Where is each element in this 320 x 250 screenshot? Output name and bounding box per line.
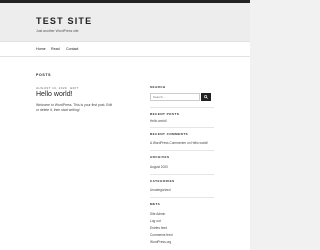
main-content: POSTS AUGUST 13, 2020 EDIT Hello world! … [0,57,250,250]
post-excerpt: Welcome to WordPress. This is your first… [36,103,113,112]
post-date[interactable]: AUGUST 13, 2020 [36,86,67,90]
meta-link-site-admin[interactable]: Site Admin [150,212,165,216]
widget-divider [150,197,214,198]
site-header: TEST SITE Just another WordPress site [0,3,250,41]
meta-link-log-out[interactable]: Log out [150,219,161,223]
widget-title-meta: META [150,202,161,206]
widget-title-search: SEARCH [150,85,166,89]
page-title: POSTS [36,73,52,77]
widget-title-recent-comments: RECENT COMMENTS [150,132,189,136]
recent-post-link[interactable]: Hello world! [150,119,167,123]
widget-divider [150,107,214,108]
meta-link-entries-feed[interactable]: Entries feed [150,226,167,230]
post-title[interactable]: Hello world! [36,91,73,98]
widget-divider [150,127,214,128]
search-button[interactable] [201,93,211,101]
widget-title-categories: CATEGORIES [150,179,175,183]
nav-item-contact[interactable]: Contact [66,47,78,51]
widget-divider [150,174,214,175]
search-icon [204,95,208,99]
post-meta: AUGUST 13, 2020 EDIT [36,86,79,90]
nav-item-read[interactable]: Read [51,47,60,51]
post-edit-link[interactable]: EDIT [70,86,78,90]
archive-link[interactable]: August 2020 [150,165,168,169]
site-title[interactable]: TEST SITE [36,16,92,26]
meta-link-comments-feed[interactable]: Comments feed [150,233,173,237]
nav-item-home[interactable]: Home [36,47,46,51]
category-link[interactable]: Uncategorized [150,188,171,192]
meta-link-wordpress-org[interactable]: WordPress.org [150,240,171,244]
search-input[interactable] [150,93,200,101]
widget-divider [150,150,214,151]
widget-title-archives: ARCHIVES [150,155,170,159]
widget-title-recent-posts: RECENT POSTS [150,112,180,116]
recent-comment-link[interactable]: A WordPress Commenter on Hello world! [150,141,208,145]
main-navigation: Home Read Contact [0,41,250,57]
site-description: Just another WordPress site [36,29,79,33]
